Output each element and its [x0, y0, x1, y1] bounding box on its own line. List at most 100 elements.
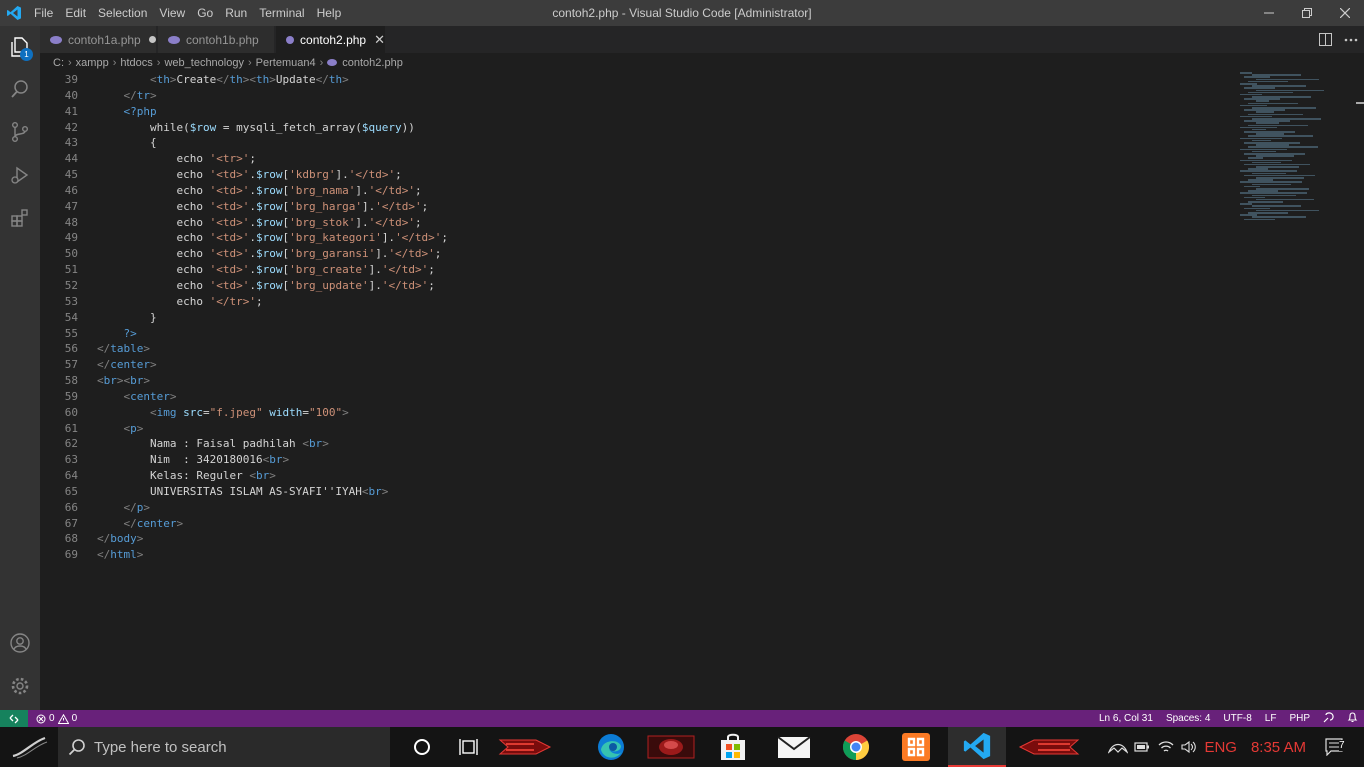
tab-contoh1a[interactable]: contoh1a.php: [40, 26, 157, 53]
code-editor[interactable]: 39 40 41 42 43 44 45 46 47 48 49 50 51 52 53 54 55 56 57 58…: [40, 72, 1364, 710]
action-center-icon[interactable]: 7: [1306, 738, 1364, 756]
breadcrumb-item[interactable]: contoh2.php: [342, 57, 403, 69]
unsaved-dot-icon[interactable]: [148, 36, 156, 43]
close-window-button[interactable]: [1326, 0, 1364, 26]
minimap-row: [1244, 218, 1275, 221]
source-control-icon[interactable]: [0, 111, 40, 153]
code-line[interactable]: }: [97, 310, 1234, 326]
code-line[interactable]: UNIVERSITAS ISLAM AS-SYAFI''IYAH<br>: [97, 484, 1234, 500]
wifi-icon[interactable]: [1154, 740, 1178, 754]
chevron-right-icon: ›: [68, 56, 72, 69]
clock[interactable]: 8:35 AM: [1251, 739, 1306, 756]
code-line[interactable]: echo '<td>'.$row['brg_garansi'].'</td>';: [97, 246, 1234, 262]
menu-go[interactable]: Go: [191, 0, 219, 26]
edge-browser-icon[interactable]: [590, 727, 632, 767]
code-line[interactable]: echo '<td>'.$row['brg_harga'].'</td>';: [97, 199, 1234, 215]
cursor-position[interactable]: Ln 6, Col 31: [1099, 713, 1153, 724]
menu-file[interactable]: File: [28, 0, 59, 26]
split-editor-icon[interactable]: [1312, 26, 1338, 53]
code-line[interactable]: </center>: [97, 516, 1234, 532]
tab-contoh2[interactable]: contoh2.php ✕: [276, 26, 386, 53]
feedback-icon[interactable]: [1323, 711, 1334, 726]
breadcrumb-item[interactable]: xampp: [76, 57, 109, 69]
code-line[interactable]: echo '</tr>';: [97, 294, 1234, 310]
cortana-icon[interactable]: [405, 727, 439, 767]
code-line[interactable]: echo '<td>'.$row['kdbrg'].'</td>';: [97, 167, 1234, 183]
battery-icon[interactable]: [1130, 741, 1154, 753]
vertical-scrollbar[interactable]: [1356, 72, 1364, 710]
code-line[interactable]: echo '<tr>';: [97, 151, 1234, 167]
vscode-logo-icon[interactable]: [0, 0, 28, 26]
code-line[interactable]: Nim : 3420180016<br>: [97, 452, 1234, 468]
code-line[interactable]: echo '<td>'.$row['brg_nama'].'</td>';: [97, 183, 1234, 199]
code-line[interactable]: Nama : Faisal padhilah <br>: [97, 436, 1234, 452]
chrome-browser-icon[interactable]: [834, 727, 878, 767]
line-number: 58: [64, 374, 78, 388]
code-line[interactable]: </body>: [97, 531, 1234, 547]
code-text-area[interactable]: <th>Create</th><th>Update</th> </tr> <?p…: [97, 72, 1234, 563]
restore-button[interactable]: [1288, 0, 1326, 26]
menu-run[interactable]: Run: [219, 0, 253, 26]
vscode-taskbar-icon[interactable]: [948, 727, 1006, 767]
code-line[interactable]: <center>: [97, 389, 1234, 405]
menu-view[interactable]: View: [153, 0, 191, 26]
breadcrumb-item[interactable]: C:: [53, 57, 64, 69]
close-tab-icon[interactable]: ✕: [374, 32, 385, 48]
game-app-icon[interactable]: [642, 727, 700, 767]
language-mode[interactable]: PHP: [1289, 713, 1310, 724]
menu-edit[interactable]: Edit: [59, 0, 92, 26]
input-language[interactable]: ENG: [1204, 739, 1237, 756]
code-line[interactable]: {: [97, 135, 1234, 151]
indentation[interactable]: Spaces: 4: [1166, 713, 1210, 724]
encoding[interactable]: UTF-8: [1223, 713, 1251, 724]
line-number: 68: [64, 532, 78, 546]
code-line[interactable]: echo '<td>'.$row['brg_create'].'</td>';: [97, 262, 1234, 278]
code-line[interactable]: echo '<td>'.$row['brg_kategori'].'</td>'…: [97, 230, 1234, 246]
run-debug-icon[interactable]: [0, 154, 40, 196]
settings-gear-icon[interactable]: [0, 665, 40, 707]
minimap[interactable]: [1240, 72, 1356, 222]
mail-icon[interactable]: [772, 727, 816, 767]
more-actions-icon[interactable]: [1338, 26, 1364, 53]
accounts-icon[interactable]: [0, 622, 40, 664]
extensions-icon[interactable]: [0, 197, 40, 239]
microsoft-store-icon[interactable]: [712, 727, 754, 767]
code-line[interactable]: echo '<td>'.$row['brg_stok'].'</td>';: [97, 215, 1234, 231]
rog-logo-icon[interactable]: [1106, 740, 1130, 754]
explorer-icon[interactable]: 1: [0, 26, 40, 68]
code-line[interactable]: <p>: [97, 421, 1234, 437]
breadcrumb-item[interactable]: web_technology: [164, 57, 244, 69]
minimize-button[interactable]: [1250, 0, 1288, 26]
code-line[interactable]: </p>: [97, 500, 1234, 516]
task-view-icon[interactable]: [452, 727, 486, 767]
code-line[interactable]: echo '<td>'.$row['brg_update'].'</td>';: [97, 278, 1234, 294]
breadcrumb-item[interactable]: htdocs: [120, 57, 152, 69]
code-line[interactable]: </table>: [97, 341, 1234, 357]
code-line[interactable]: while($row = mysqli_fetch_array($query)): [97, 120, 1234, 136]
code-line[interactable]: </center>: [97, 357, 1234, 373]
code-line[interactable]: <img src="f.jpeg" width="100">: [97, 405, 1234, 421]
taskbar-search-box[interactable]: Type here to search: [58, 727, 390, 767]
code-line[interactable]: </tr>: [97, 88, 1234, 104]
code-line[interactable]: ?>: [97, 326, 1234, 342]
code-line[interactable]: <?php: [97, 104, 1234, 120]
breadcrumb-item[interactable]: Pertemuan4: [256, 57, 316, 69]
code-line[interactable]: Kelas: Reguler <br>: [97, 468, 1234, 484]
code-line[interactable]: <br><br>: [97, 373, 1234, 389]
menu-terminal[interactable]: Terminal: [253, 0, 310, 26]
code-line[interactable]: <th>Create</th><th>Update</th>: [97, 72, 1234, 88]
remote-indicator-icon[interactable]: [0, 710, 28, 727]
end-of-line[interactable]: LF: [1265, 713, 1277, 724]
problems-indicator[interactable]: 0 0: [36, 713, 77, 724]
line-number: 66: [64, 500, 78, 514]
tab-contoh1b[interactable]: contoh1b.php: [158, 26, 275, 53]
chevron-right-icon: ›: [319, 56, 324, 69]
xampp-icon[interactable]: [896, 727, 936, 767]
menu-selection[interactable]: Selection: [92, 0, 153, 26]
menu-help[interactable]: Help: [311, 0, 348, 26]
volume-icon[interactable]: [1178, 740, 1200, 754]
code-line[interactable]: </html>: [97, 547, 1234, 563]
search-icon[interactable]: [0, 68, 40, 110]
start-button-icon[interactable]: [0, 727, 58, 767]
notifications-bell-icon[interactable]: [1347, 711, 1358, 726]
